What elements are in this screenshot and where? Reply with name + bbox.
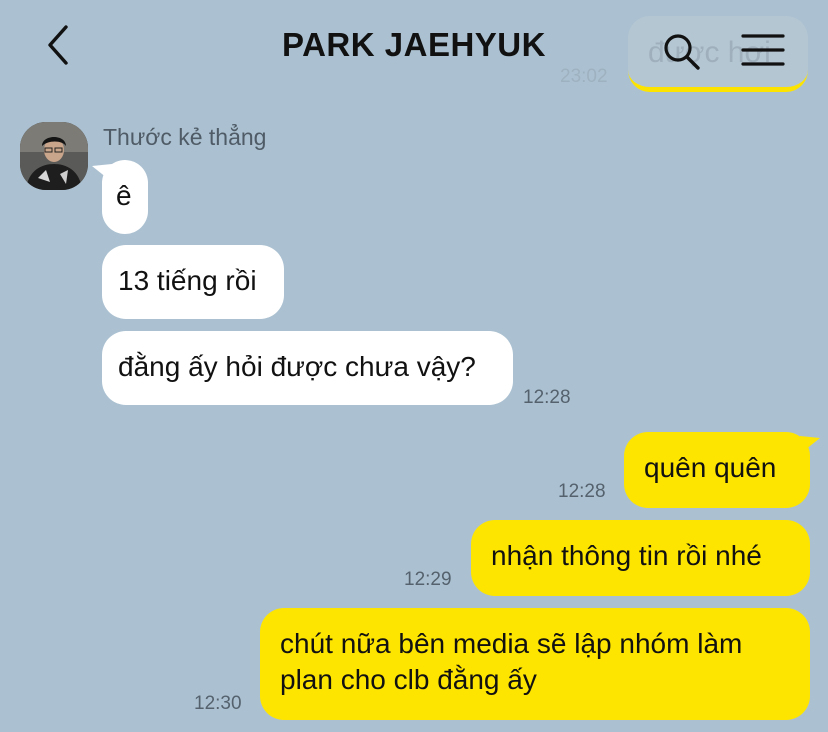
outgoing-message-bubble[interactable]: chút nữa bên media sẽ lập nhóm làm plan … [260, 608, 810, 720]
chat-header: PARK JAEHYUK [0, 0, 828, 92]
message-text: ê [116, 180, 132, 211]
message-timestamp: 12:28 [558, 481, 606, 502]
incoming-message-bubble[interactable]: đằng ấy hỏi được chưa vậy? [102, 331, 513, 405]
menu-button[interactable] [740, 30, 786, 70]
message-text-line: plan cho clb đằng ấy [280, 664, 537, 695]
incoming-message-bubble[interactable]: 13 tiếng rồi [102, 245, 284, 319]
message-text: đằng ấy hỏi được chưa vậy? [118, 351, 476, 382]
message-text: nhận thông tin rồi nhé [491, 540, 762, 571]
hamburger-menu-icon [741, 34, 785, 66]
bubble-tail [800, 436, 820, 454]
sender-name: Thước kẻ thẳng [103, 124, 267, 150]
message-text: quên quên [644, 452, 777, 483]
search-icon [664, 34, 700, 70]
outgoing-message-bubble[interactable]: quên quên [624, 432, 810, 508]
message-timestamp: 12:28 [523, 387, 571, 408]
sender-avatar[interactable] [20, 122, 88, 190]
avatar-photo [20, 122, 88, 190]
message-text-line: chút nữa bên media sẽ lập nhóm làm [280, 628, 743, 659]
message-text: 13 tiếng rồi [118, 265, 257, 296]
search-button[interactable] [658, 28, 704, 74]
incoming-message-bubble[interactable]: ê [102, 160, 148, 234]
message-timestamp: 12:29 [404, 569, 452, 590]
chat-screen: được hơi 23:02 PARK JAEHYUK Thước kẻ thẳ… [0, 0, 828, 732]
message-timestamp: 12:30 [194, 693, 242, 714]
outgoing-message-bubble[interactable]: nhận thông tin rồi nhé [471, 520, 810, 596]
